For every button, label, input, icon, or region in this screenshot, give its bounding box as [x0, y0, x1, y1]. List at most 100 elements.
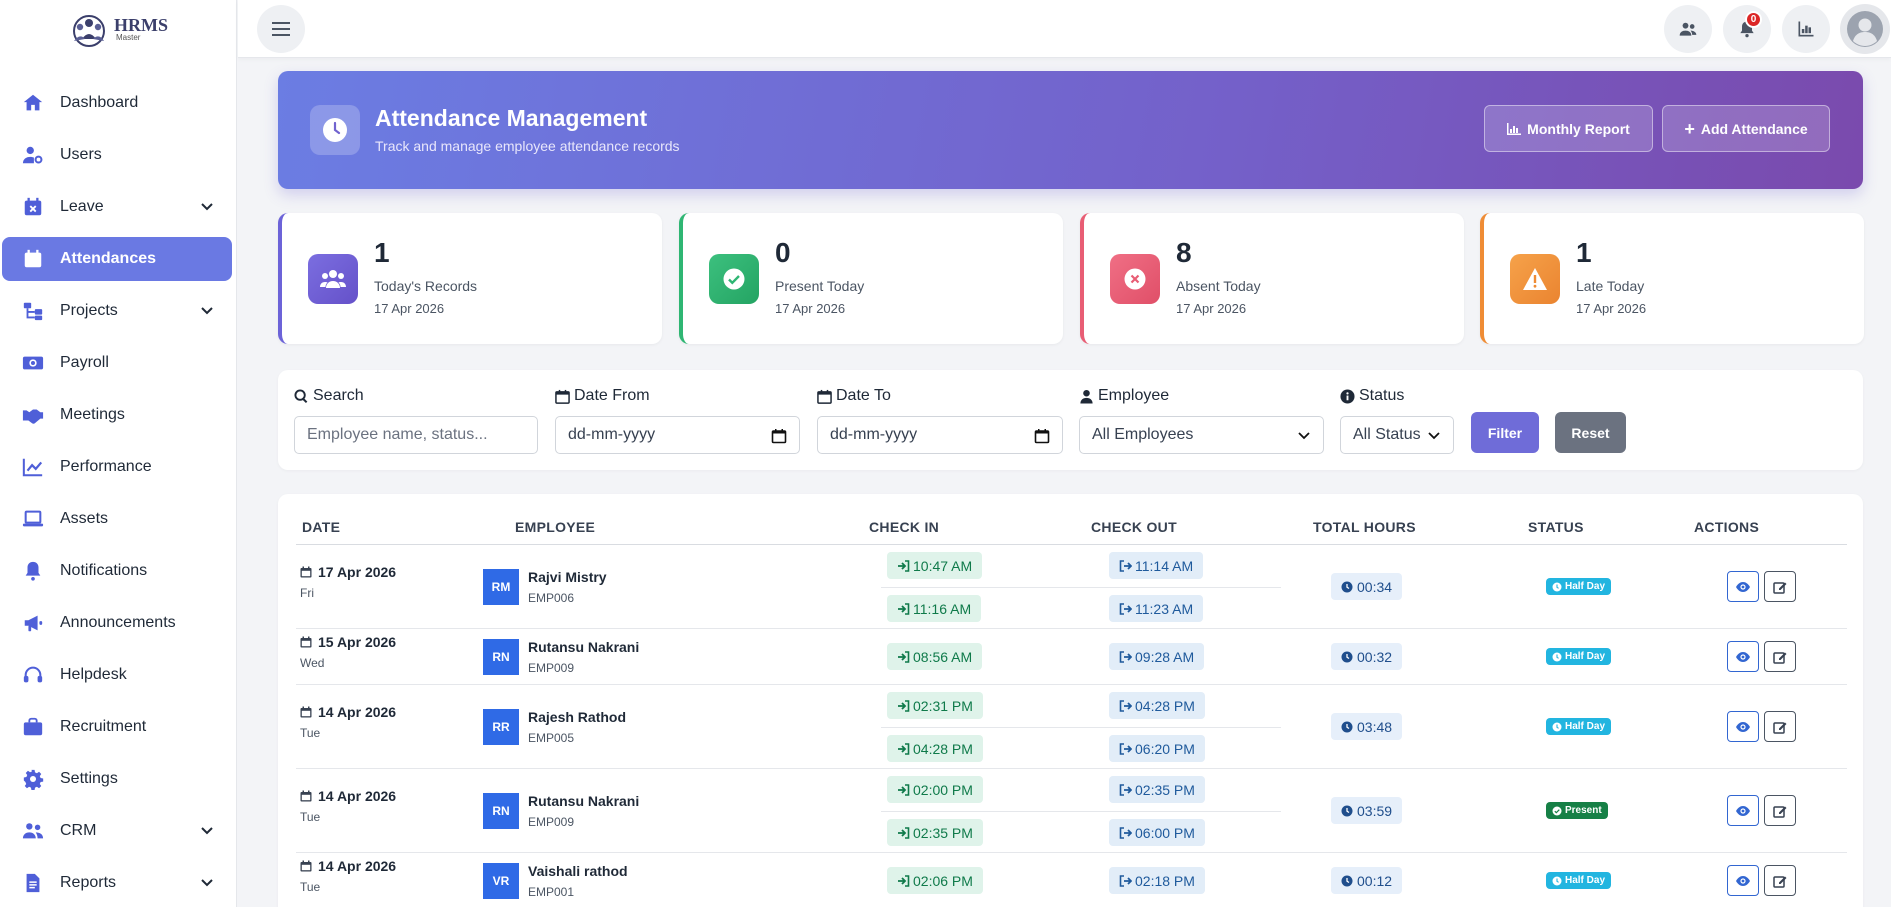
reports-button[interactable]	[1782, 5, 1830, 53]
column-header-actions: ACTIONS	[1694, 519, 1760, 535]
date-cell: 15 Apr 2026 Wed	[300, 634, 396, 670]
edit-button[interactable]	[1764, 711, 1796, 742]
search-placeholder: Employee name, status...	[307, 426, 488, 443]
notifications-button[interactable]: 0	[1723, 5, 1771, 53]
status-label: Status	[1340, 387, 1404, 405]
employee-name[interactable]: Rutansu Nakrani	[528, 639, 639, 655]
calendar-picker-icon[interactable]	[771, 428, 787, 444]
check-out-time: 11:14 AM	[1109, 552, 1204, 579]
sidebar-item-leave[interactable]: Leave	[2, 185, 232, 229]
attendance-header-banner: Attendance Management Track and manage e…	[278, 71, 1863, 189]
chevron-down-icon[interactable]	[200, 823, 214, 837]
check-out-text: 11:23 AM	[1135, 600, 1194, 617]
weekday: Tue	[300, 810, 321, 824]
bar-chart-icon	[1798, 21, 1814, 37]
sidebar-item-payroll[interactable]: Payroll	[2, 341, 232, 385]
check-in-text: 02:35 PM	[913, 824, 973, 841]
clock-icon	[1341, 651, 1353, 662]
sidebar-item-attendances[interactable]: Attendances	[2, 237, 232, 281]
clock-icon	[1341, 805, 1353, 816]
total-hours: 03:48	[1331, 713, 1403, 740]
search-input[interactable]: Employee name, status...	[294, 416, 538, 454]
team-button[interactable]	[1664, 5, 1712, 53]
sign-in-icon	[898, 783, 910, 796]
total-hours-text: 03:59	[1357, 802, 1393, 819]
sidebar-item-reports[interactable]: Reports	[2, 861, 232, 905]
late-today-card: 1 Late Today 17 Apr 2026	[1480, 213, 1864, 344]
x-circle-icon	[1110, 254, 1160, 304]
view-button[interactable]	[1727, 641, 1759, 672]
employee-name[interactable]: Rutansu Nakrani	[528, 793, 639, 809]
employee-id: EMP001	[528, 885, 575, 899]
employee-select[interactable]: All Employees	[1079, 416, 1324, 454]
chevron-down-icon[interactable]	[200, 875, 214, 889]
check-in-time: 02:00 PM	[887, 776, 983, 803]
date-to-field[interactable]: dd-mm-yyyy	[817, 416, 1063, 454]
chevron-down-icon[interactable]	[200, 199, 214, 213]
topbar: 0	[238, 0, 1891, 58]
page-subtitle: Track and manage employee attendance rec…	[375, 138, 680, 154]
status-text: Half Day	[1565, 651, 1606, 662]
stat-value: 8	[1176, 237, 1192, 268]
employee-name[interactable]: Vaishali rathod	[528, 863, 628, 879]
stat-value: 1	[1576, 237, 1592, 268]
sidebar-item-crm[interactable]: CRM	[2, 809, 232, 853]
check-out-time: 02:35 PM	[1109, 776, 1205, 803]
sidebar-item-dashboard[interactable]: Dashboard	[2, 81, 232, 125]
edit-button[interactable]	[1764, 571, 1796, 602]
sidebar-item-assets[interactable]: Assets	[2, 497, 232, 541]
sidebar-item-notifications[interactable]: Notifications	[2, 549, 232, 593]
date-value: 14 Apr 2026	[300, 788, 396, 804]
sidebar-item-announcements[interactable]: Announcements	[2, 601, 232, 645]
sidebar-item-performance[interactable]: Performance	[2, 445, 232, 489]
column-header-status: STATUS	[1528, 519, 1584, 535]
reset-button[interactable]: Reset	[1555, 412, 1626, 453]
employee-name[interactable]: Rajvi Mistry	[528, 569, 607, 585]
sidebar-item-users[interactable]: Users	[2, 133, 232, 177]
edit-icon	[1773, 651, 1787, 664]
edit-button[interactable]	[1764, 865, 1796, 896]
column-header-check-out: CHECK OUT	[1091, 519, 1177, 535]
sidebar-item-label: Payroll	[60, 354, 109, 371]
brand-logo[interactable]: HRMS Master	[0, 0, 236, 58]
employee-avatar: RN	[483, 639, 519, 675]
chevron-down-icon	[1298, 432, 1310, 440]
calendar-picker-icon[interactable]	[1034, 428, 1050, 444]
sidebar-item-label: Users	[60, 146, 102, 163]
clock-icon	[1341, 581, 1353, 592]
sidebar-item-helpdesk[interactable]: Helpdesk	[2, 653, 232, 697]
edit-button[interactable]	[1764, 641, 1796, 672]
check-in-text: 02:31 PM	[913, 697, 973, 714]
check-in-text: 08:56 AM	[913, 648, 973, 665]
view-button[interactable]	[1727, 865, 1759, 896]
edit-button[interactable]	[1764, 795, 1796, 826]
employee-id: EMP009	[528, 815, 575, 829]
sign-out-icon	[1119, 559, 1132, 572]
calendar-icon	[300, 790, 312, 802]
calendar-icon	[300, 860, 312, 872]
menu-toggle-button[interactable]	[257, 5, 305, 53]
sidebar-item-recruitment[interactable]: Recruitment	[2, 705, 232, 749]
view-button[interactable]	[1727, 795, 1759, 826]
chevron-down-icon[interactable]	[200, 303, 214, 317]
sidebar-item-projects[interactable]: Projects	[2, 289, 232, 333]
date-text: 14 Apr 2026	[318, 704, 397, 720]
user-avatar[interactable]	[1840, 4, 1890, 54]
status-select[interactable]: All Status	[1340, 416, 1454, 454]
add-attendance-button[interactable]: + Add Attendance	[1662, 105, 1830, 152]
date-from-field[interactable]: dd-mm-yyyy	[555, 416, 800, 454]
sidebar-item-settings[interactable]: Settings	[2, 757, 232, 801]
filter-button[interactable]: Filter	[1471, 412, 1539, 453]
weekday: Tue	[300, 726, 321, 740]
date-cell: 14 Apr 2026 Tue	[300, 858, 396, 894]
sign-out-icon	[1119, 783, 1132, 796]
date-to-value: dd-mm-yyyy	[830, 426, 918, 443]
view-button[interactable]	[1727, 711, 1759, 742]
employee-name[interactable]: Rajesh Rathod	[528, 709, 626, 725]
sidebar-item-meetings[interactable]: Meetings	[2, 393, 232, 437]
date-to-label: Date To	[817, 387, 891, 405]
view-button[interactable]	[1727, 571, 1759, 602]
check-in-text: 04:28 PM	[913, 740, 973, 757]
monthly-report-button[interactable]: Monthly Report	[1484, 105, 1653, 152]
check-out-text: 11:14 AM	[1135, 557, 1194, 574]
